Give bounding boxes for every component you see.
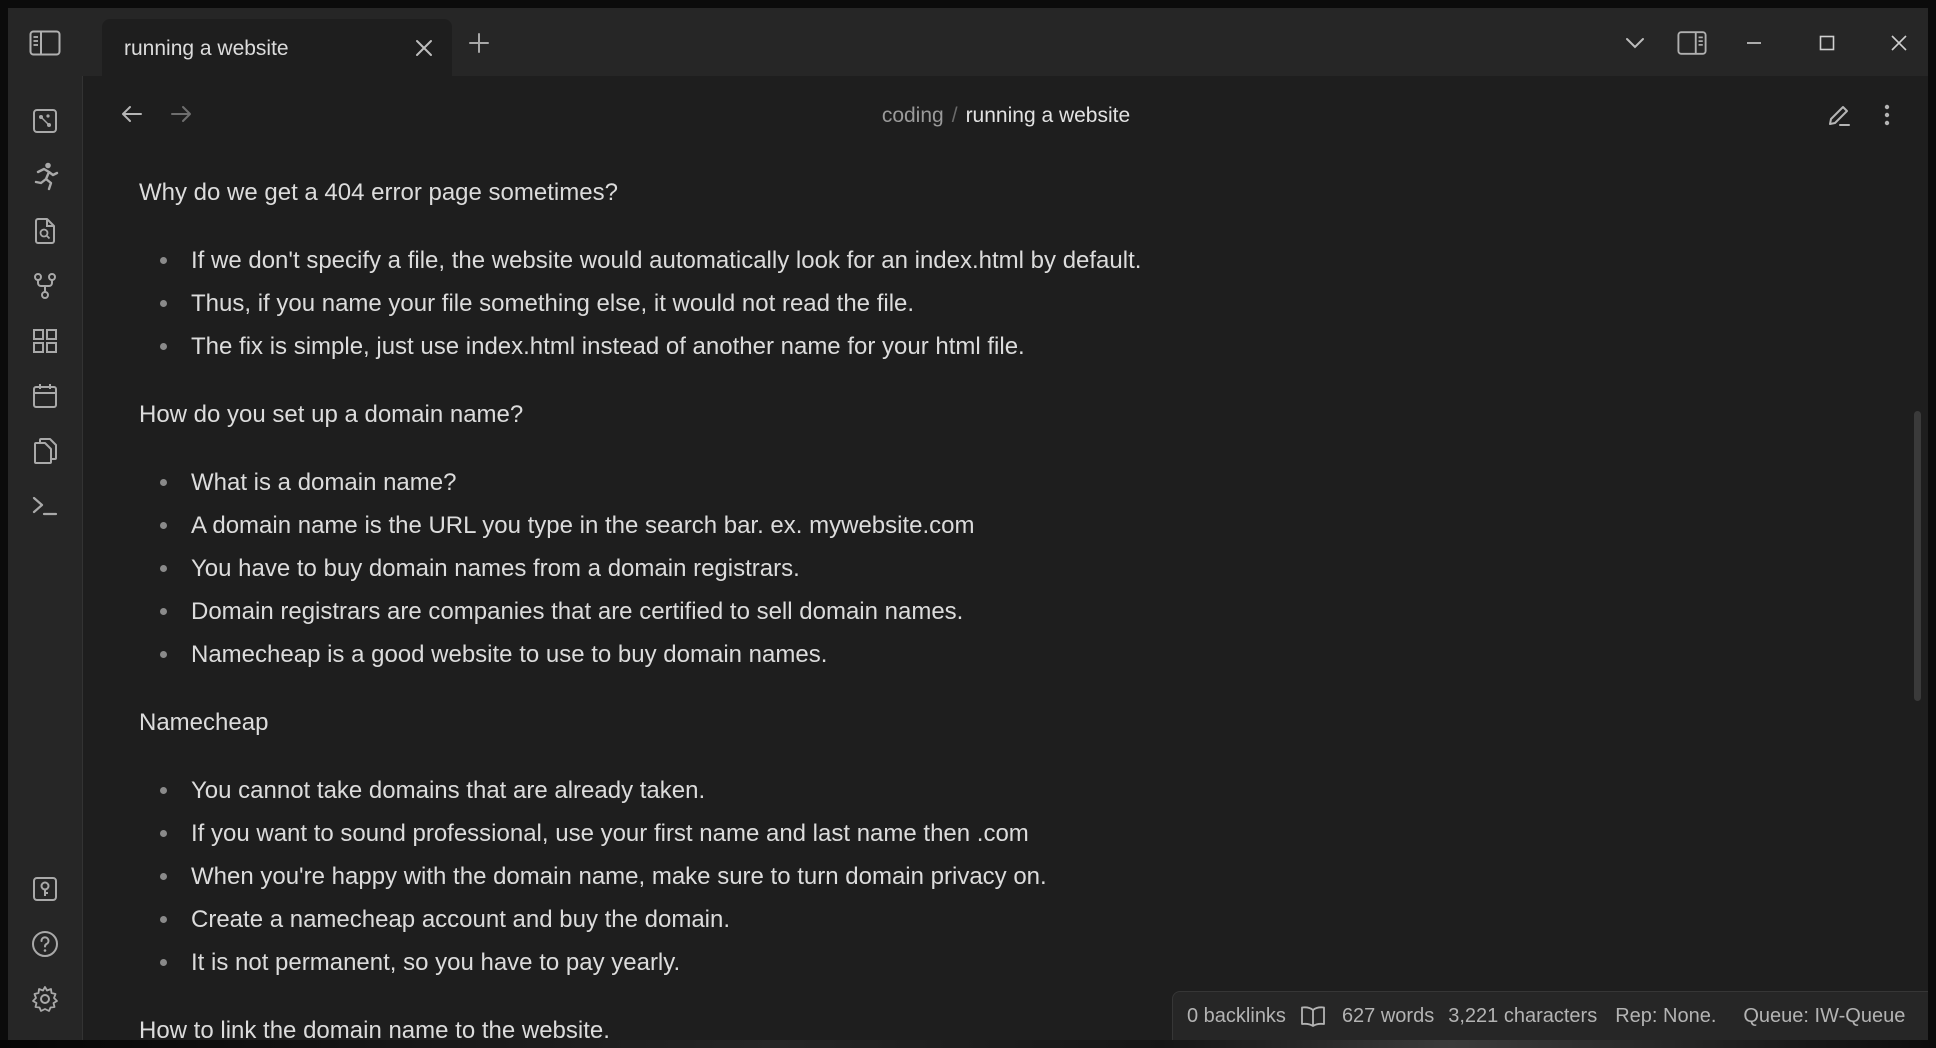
copy-pages-icon[interactable]	[28, 434, 62, 468]
tab-running-a-website[interactable]: running a website	[102, 19, 452, 76]
list-item: When you're happy with the domain name, …	[160, 855, 1839, 898]
list-item: Create a namecheap account and buy the d…	[160, 898, 1839, 941]
terminal-icon[interactable]	[28, 489, 62, 523]
vertical-scrollbar[interactable]	[1914, 411, 1921, 701]
queue-status[interactable]: Queue: IW-Queue	[1743, 1005, 1905, 1028]
word-count: 627 words	[1341, 1004, 1435, 1027]
breadcrumb: coding / running a website	[84, 104, 1928, 128]
left-ribbon	[8, 76, 83, 1040]
dashboard-icon[interactable]	[28, 324, 62, 358]
rep-status[interactable]: Rep: None.	[1615, 1005, 1716, 1028]
editor-pane: coding / running a website Why do we get a…	[84, 76, 1928, 1040]
bullet-list: You cannot take domains that are already…	[139, 769, 1839, 984]
breadcrumb-current-note[interactable]: running a website	[966, 104, 1131, 127]
sidebar-toggle-icon[interactable]	[28, 28, 62, 58]
note-content[interactable]: Why do we get a 404 error page sometimes…	[139, 171, 1839, 1040]
file-search-icon[interactable]	[28, 214, 62, 248]
list-item: If you want to sound professional, use y…	[160, 812, 1839, 855]
status-bar: 0 backlinks 627 words 3,221 characters R…	[1172, 991, 1928, 1040]
runner-icon[interactable]	[28, 159, 62, 193]
breadcrumb-parent-folder[interactable]: coding	[882, 104, 944, 127]
list-item: The fix is simple, just use index.html i…	[160, 325, 1839, 368]
list-item: A domain name is the URL you type in the…	[160, 504, 1839, 547]
app-window: running a website coding / running a web…	[8, 8, 1928, 1040]
minimize-icon[interactable]	[1739, 28, 1769, 58]
character-count: 3,221 characters	[1448, 1004, 1598, 1027]
calendar-icon[interactable]	[28, 379, 62, 413]
list-item: If we don't specify a file, the website …	[160, 239, 1839, 282]
close-tab-icon[interactable]	[412, 36, 436, 60]
section-heading: Namecheap	[139, 709, 269, 736]
git-branch-icon[interactable]	[28, 269, 62, 303]
right-sidebar-toggle-icon[interactable]	[1677, 28, 1707, 58]
list-item: You cannot take domains that are already…	[160, 769, 1839, 812]
settings-icon[interactable]	[28, 982, 62, 1016]
list-item: What is a domain name?	[160, 461, 1839, 504]
list-item: Domain registrars are companies that are…	[160, 590, 1839, 633]
help-icon[interactable]	[28, 927, 62, 961]
vault-switcher-icon[interactable]	[28, 872, 62, 906]
title-bar: running a website	[8, 8, 1928, 76]
edit-pencil-icon[interactable]	[1824, 100, 1854, 130]
list-item: It is not permanent, so you have to pay …	[160, 941, 1839, 984]
bullet-list: If we don't specify a file, the website …	[139, 239, 1839, 368]
breadcrumb-separator: /	[951, 104, 958, 127]
more-options-icon[interactable]	[1872, 100, 1902, 130]
close-window-icon[interactable]	[1884, 28, 1914, 58]
tab-list-chevron-icon[interactable]	[1620, 28, 1650, 58]
graph-view-icon[interactable]	[28, 104, 62, 138]
tab-title: running a website	[124, 37, 289, 60]
new-tab-icon[interactable]	[466, 30, 492, 56]
list-item: You have to buy domain names from a doma…	[160, 547, 1839, 590]
section-heading: How do you set up a domain name?	[139, 401, 524, 428]
list-item: Thus, if you name your file something el…	[160, 282, 1839, 325]
bullet-list: What is a domain name? A domain name is …	[139, 461, 1839, 676]
reading-view-book-icon[interactable]	[1300, 1005, 1326, 1027]
section-heading: Why do we get a 404 error page sometimes…	[139, 179, 618, 206]
maximize-icon[interactable]	[1812, 28, 1842, 58]
backlinks-count[interactable]: 0 backlinks	[1187, 1005, 1286, 1028]
list-item: Namecheap is a good website to use to bu…	[160, 633, 1839, 676]
desktop-background-strip	[0, 1040, 1936, 1048]
